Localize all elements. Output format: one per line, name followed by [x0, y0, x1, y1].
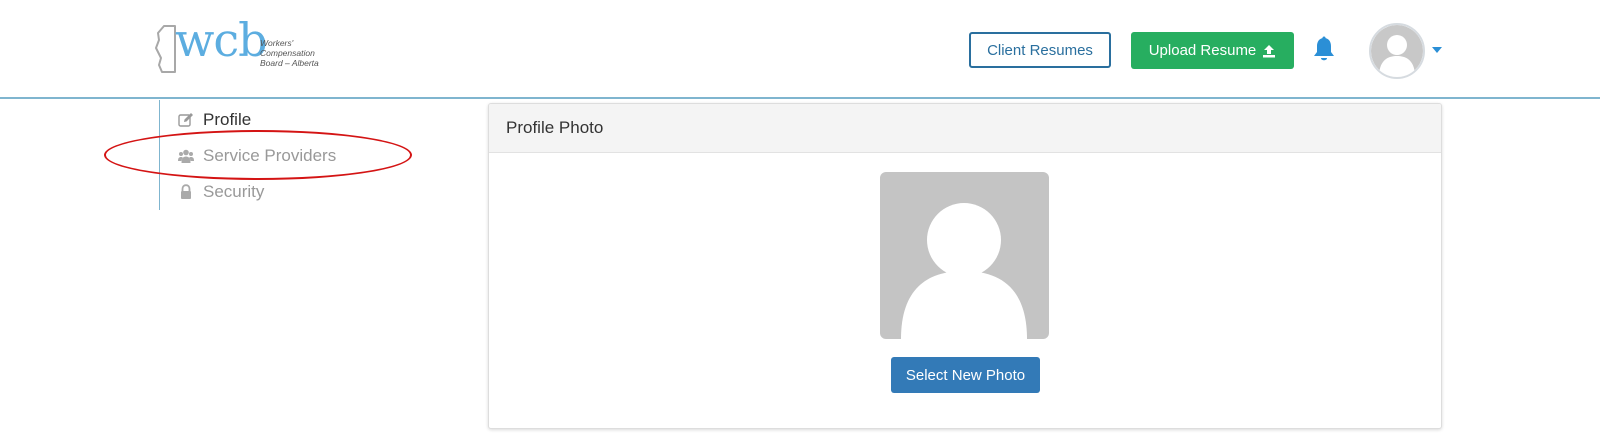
edit-icon	[178, 113, 193, 127]
logo-subtitle-line: Workers'	[260, 38, 294, 48]
upload-resume-button[interactable]: Upload Resume	[1131, 32, 1294, 69]
profile-photo-panel: Profile Photo Select New Photo	[488, 103, 1442, 429]
profile-sidebar-nav: Profile Service Providers Security	[159, 100, 460, 210]
lock-icon	[181, 184, 191, 199]
default-user-icon	[901, 203, 1027, 339]
user-avatar-icon	[1371, 25, 1423, 77]
upload-resume-label: Upload Resume	[1148, 42, 1257, 59]
users-icon	[178, 149, 194, 163]
client-resumes-button[interactable]: Client Resumes	[969, 32, 1111, 68]
caret-down-icon[interactable]	[1432, 47, 1442, 53]
profile-photo	[880, 172, 1049, 339]
sidebar-item-label: Service Providers	[203, 146, 337, 165]
sidebar-item-label: Security	[203, 182, 265, 201]
logo-subtitle-line: Compensation	[260, 48, 315, 58]
bell-icon[interactable]	[1312, 36, 1336, 63]
user-avatar[interactable]	[1369, 23, 1425, 79]
top-header: wcb Workers' Compensation Board – Albert…	[0, 0, 1600, 99]
sidebar-item-label: Profile	[203, 110, 252, 129]
sidebar-item-profile[interactable]: Profile	[178, 107, 251, 133]
panel-header: Profile Photo	[489, 104, 1441, 153]
panel-title: Profile Photo	[506, 118, 604, 137]
select-new-photo-label: Select New Photo	[905, 366, 1026, 384]
logo-subtitle: Workers' Compensation Board – Alberta	[260, 38, 330, 68]
logo-wordmark: wcb	[175, 13, 268, 67]
sidebar-item-service-providers[interactable]: Service Providers	[178, 143, 336, 169]
wcb-logo[interactable]: wcb Workers' Compensation Board – Albert…	[155, 17, 330, 76]
client-resumes-label: Client Resumes	[987, 41, 1093, 59]
upload-icon	[1263, 44, 1276, 57]
select-new-photo-button[interactable]: Select New Photo	[891, 357, 1040, 393]
sidebar-item-security[interactable]: Security	[178, 179, 264, 205]
logo-subtitle-line: Board – Alberta	[260, 58, 319, 68]
